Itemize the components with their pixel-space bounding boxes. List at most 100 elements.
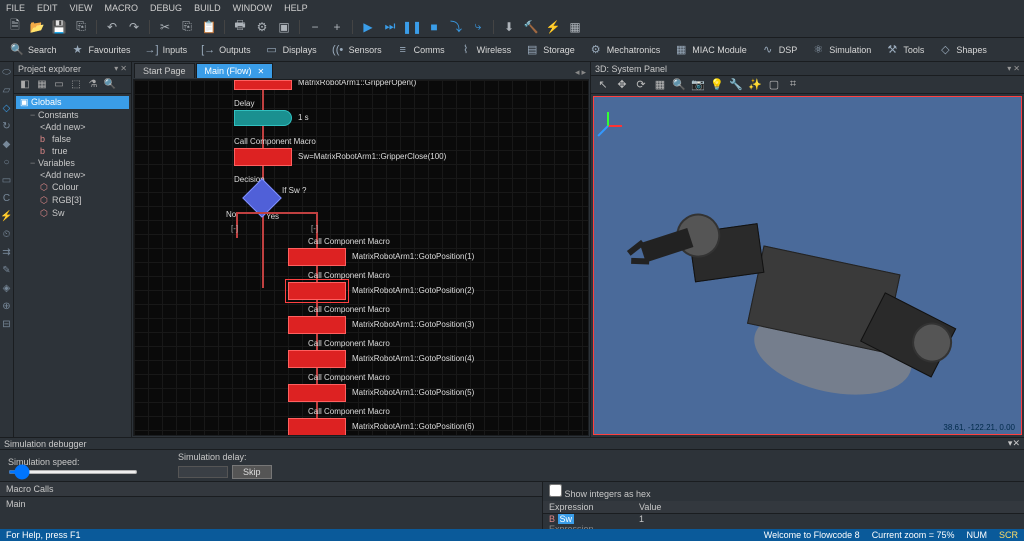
- ribbon-favourites[interactable]: ★Favourites: [67, 41, 135, 59]
- paste-icon[interactable]: 📋: [200, 18, 218, 36]
- view-icon[interactable]: ▦: [652, 77, 668, 93]
- ribbon-inputs[interactable]: →]Inputs: [141, 41, 192, 59]
- play-icon[interactable]: ▶: [359, 18, 377, 36]
- sim-speed-slider[interactable]: [8, 470, 138, 474]
- step-icon[interactable]: ⏭: [381, 18, 399, 36]
- rotate-icon[interactable]: ⟳: [633, 77, 649, 93]
- gutter-c-icon[interactable]: C: [1, 192, 13, 204]
- ribbon-simulation[interactable]: ⚛Simulation: [807, 41, 875, 59]
- gutter-comment-icon[interactable]: ✎: [1, 264, 13, 276]
- settings-icon[interactable]: ⚙: [253, 18, 271, 36]
- tab-prev-icon[interactable]: ◂: [575, 67, 580, 78]
- ribbon-tools[interactable]: ⚒Tools: [881, 41, 928, 59]
- ribbon-comms[interactable]: ≡Comms: [392, 41, 449, 59]
- redo-icon[interactable]: ↷: [125, 18, 143, 36]
- tree-add-const[interactable]: <Add new>: [16, 121, 129, 133]
- flow-block-macro[interactable]: [288, 350, 346, 368]
- ribbon-displays[interactable]: ▭Displays: [261, 41, 321, 59]
- chip-icon[interactable]: ▣: [275, 18, 293, 36]
- gutter-int-icon[interactable]: ⚡: [1, 210, 13, 222]
- ribbon-shapes[interactable]: ◇Shapes: [934, 41, 991, 59]
- search-icon[interactable]: 🔍: [103, 78, 117, 92]
- saveall-icon[interactable]: ⎘: [72, 18, 90, 36]
- snap-icon[interactable]: ⌗: [785, 77, 801, 93]
- tab-next-icon[interactable]: ▸: [581, 67, 586, 78]
- menu-help[interactable]: HELP: [284, 3, 308, 13]
- ribbon-outputs[interactable]: [→Outputs: [197, 41, 255, 59]
- gutter-dec-icon[interactable]: ◆: [1, 138, 13, 150]
- dash-icon[interactable]: ▦: [566, 18, 584, 36]
- tree-globals[interactable]: ▣ Globals: [16, 96, 129, 109]
- ribbon-search[interactable]: 🔍Search: [6, 41, 61, 59]
- wrench-icon[interactable]: 🔧: [728, 77, 744, 93]
- flow-block-macro-selected[interactable]: [288, 282, 346, 300]
- gutter-comp-icon[interactable]: ▭: [1, 174, 13, 186]
- menu-edit[interactable]: EDIT: [37, 3, 58, 13]
- tree-add-var[interactable]: <Add new>: [16, 169, 129, 181]
- sim-delay-field[interactable]: [178, 466, 228, 478]
- save-icon[interactable]: 💾: [50, 18, 68, 36]
- copy-icon[interactable]: ⎘: [178, 18, 196, 36]
- tab-start[interactable]: Start Page: [134, 63, 195, 78]
- close-icon[interactable]: ✕: [258, 67, 265, 76]
- tree-true[interactable]: btrue: [16, 145, 129, 157]
- close-icon[interactable]: ✕: [1012, 438, 1020, 448]
- zoom-icon[interactable]: 🔍: [671, 77, 687, 93]
- pin-icon[interactable]: ▾: [114, 64, 118, 73]
- tree-rgb[interactable]: ⬡RGB[3]: [16, 194, 129, 207]
- new-icon[interactable]: 🗎: [6, 18, 24, 36]
- stop-icon[interactable]: ■: [425, 18, 443, 36]
- ribbon-wireless[interactable]: ⌇Wireless: [455, 41, 516, 59]
- cursor-icon[interactable]: ↖: [595, 77, 611, 93]
- menu-macro[interactable]: MACRO: [105, 3, 139, 13]
- flow-block-macro[interactable]: [288, 316, 346, 334]
- undo-icon[interactable]: ↶: [103, 18, 121, 36]
- wand-icon[interactable]: ✨: [747, 77, 763, 93]
- menu-debug[interactable]: DEBUG: [150, 3, 182, 13]
- flowchart-canvas[interactable]: MatrixRobotArm1::GripperOpen() Delay 1 s…: [133, 79, 589, 436]
- pin-icon[interactable]: ▾: [1007, 64, 1011, 73]
- grid3d-icon[interactable]: ▢: [766, 77, 782, 93]
- gutter-misc2-icon[interactable]: ⊟: [1, 318, 13, 330]
- pause-icon[interactable]: ❚❚: [403, 18, 421, 36]
- skip-button[interactable]: Skip: [232, 465, 272, 479]
- ribbon-miac[interactable]: ▦MIAC Module: [670, 41, 751, 59]
- ribbon-dsp[interactable]: ∿DSP: [757, 41, 802, 59]
- flow-block-delay[interactable]: [234, 110, 292, 126]
- tab-main[interactable]: Main (Flow)✕: [196, 63, 274, 78]
- show-hex-checkbox[interactable]: Show integers as hex: [549, 489, 651, 499]
- globals-icon[interactable]: ▦: [35, 78, 49, 92]
- stepover-icon[interactable]: ⤵: [447, 18, 465, 36]
- gutter-io-icon[interactable]: ◇: [1, 102, 13, 114]
- tree-sw[interactable]: ⬡Sw: [16, 207, 129, 220]
- gutter-delay-icon[interactable]: ⏲: [1, 228, 13, 240]
- program-icon[interactable]: ⚡: [544, 18, 562, 36]
- open-icon[interactable]: 📂: [28, 18, 46, 36]
- gutter-flow-icon[interactable]: ⬭: [1, 66, 13, 78]
- menu-view[interactable]: VIEW: [70, 3, 93, 13]
- comps-icon[interactable]: ⬚: [69, 78, 83, 92]
- cut-icon[interactable]: ✂: [156, 18, 174, 36]
- compile-icon[interactable]: ⬇: [500, 18, 518, 36]
- flow-block-macro[interactable]: [234, 80, 292, 90]
- collapse-toggle[interactable]: [-]: [311, 224, 318, 233]
- flow-block-macro[interactable]: [288, 418, 346, 436]
- gutter-state-icon[interactable]: ◈: [1, 282, 13, 294]
- ribbon-sensors[interactable]: ((•Sensors: [327, 41, 386, 59]
- menu-build[interactable]: BUILD: [194, 3, 221, 13]
- camera-icon[interactable]: 📷: [690, 77, 706, 93]
- ribbon-mechatronics[interactable]: ⚙Mechatronics: [585, 41, 665, 59]
- close-icon[interactable]: ✕: [120, 64, 127, 73]
- macros-icon[interactable]: ▭: [52, 78, 66, 92]
- gutter-loop-icon[interactable]: ↻: [1, 120, 13, 132]
- 3d-viewport[interactable]: 38.61, -122.21, 0.00: [593, 96, 1022, 435]
- tree-constants[interactable]: −Constants: [16, 109, 129, 121]
- pan-icon[interactable]: ✥: [614, 77, 630, 93]
- flow-block-macro[interactable]: [288, 248, 346, 266]
- collapse-toggle[interactable]: [-]: [231, 224, 238, 233]
- zoomin-icon[interactable]: +: [328, 18, 346, 36]
- gutter-conn-icon[interactable]: ○: [1, 156, 13, 168]
- gutter-switch-icon[interactable]: ⇉: [1, 246, 13, 258]
- flow-block-macro[interactable]: [234, 148, 292, 166]
- filter-icon[interactable]: ⚗: [86, 78, 100, 92]
